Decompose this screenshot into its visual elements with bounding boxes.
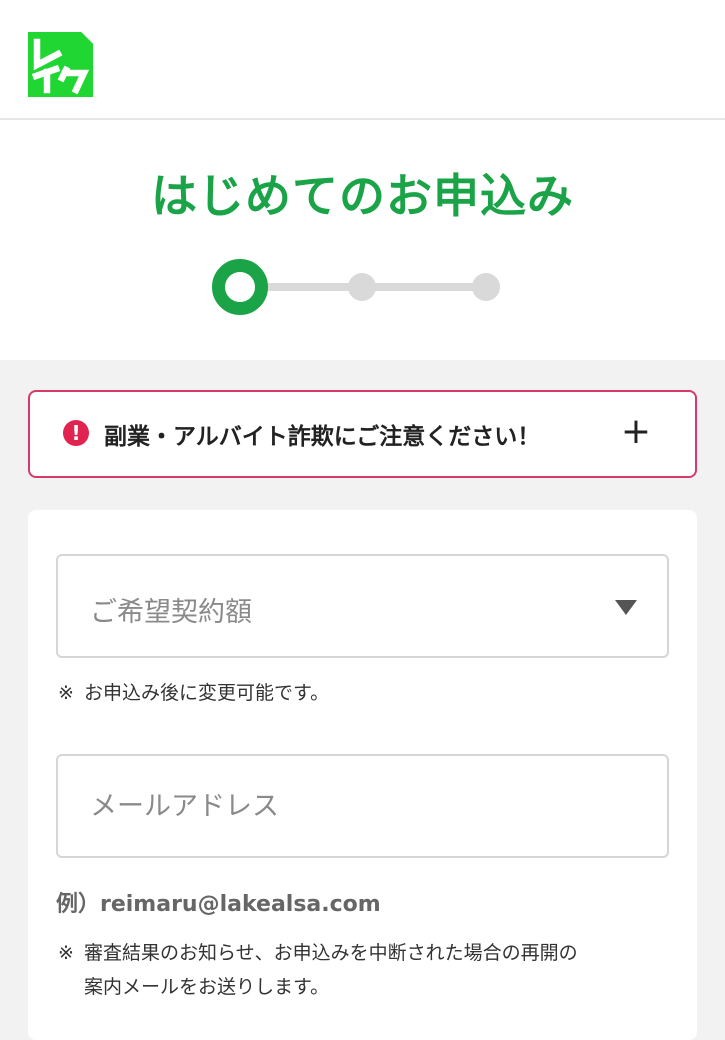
email-note-line-2: 案内メールをお送りします。 — [84, 976, 330, 998]
progress-stepper — [0, 120, 725, 360]
exclamation-circle-icon: ! — [63, 420, 89, 446]
triangle-down-icon — [615, 600, 637, 615]
note-mark: ※ — [58, 942, 74, 964]
contract-amount-select[interactable]: ご希望契約額 — [56, 554, 669, 658]
contract-amount-note-text: お申込み後に変更可能です。 — [84, 682, 330, 704]
stepper-step-3 — [472, 273, 500, 301]
stepper-connector-2 — [372, 283, 488, 291]
email-note: ※ 審査結果のお知らせ、お申込みを中断された場合の再開の 案内メールをお送りします… — [58, 936, 673, 1004]
expand-plus-icon[interactable]: + — [621, 406, 651, 458]
stepper-step-1-active — [212, 259, 268, 315]
contract-amount-note: ※ お申込み後に変更可能です。 — [58, 676, 329, 710]
note-mark: ※ — [58, 682, 74, 704]
app-header — [0, 0, 725, 120]
application-form-card: ご希望契約額 ※ お申込み後に変更可能です。 例）reimaru@lakealsa… — [28, 510, 697, 1040]
fraud-warning-accordion[interactable]: ! 副業・アルバイト詐欺にご注意ください！ + — [28, 390, 697, 478]
fraud-warning-text: 副業・アルバイト詐欺にご注意ください！ — [104, 424, 541, 450]
email-input[interactable] — [56, 754, 669, 858]
stepper-step-2 — [348, 273, 376, 301]
page-title-section: はじめてのお申込み — [0, 120, 725, 360]
brand-logo[interactable] — [28, 32, 93, 97]
logo-mark-icon — [31, 38, 90, 95]
email-note-line-1: 審査結果のお知らせ、お申込みを中断された場合の再開の — [84, 942, 578, 964]
contract-amount-placeholder: ご希望契約額 — [90, 597, 252, 628]
email-example: 例）reimaru@lakealsa.com — [56, 892, 381, 917]
